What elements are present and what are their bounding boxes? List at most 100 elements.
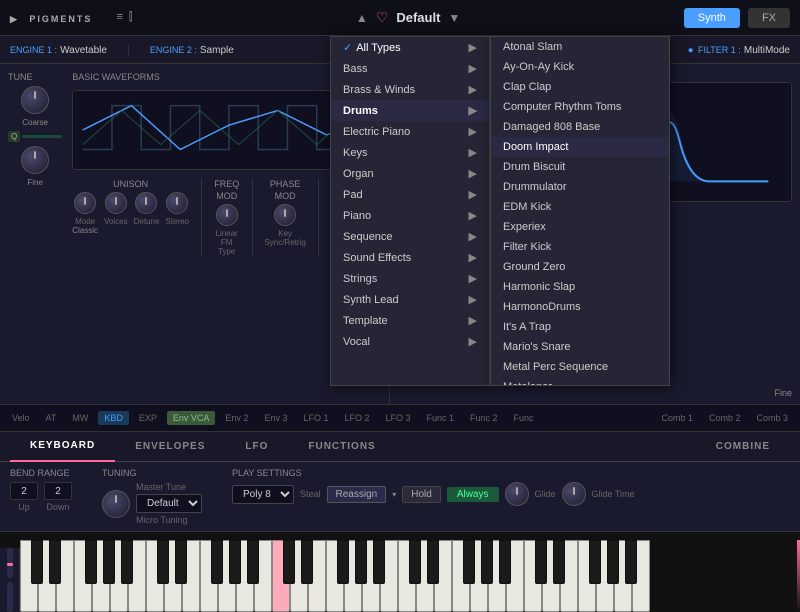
black-key[interactable]: [553, 540, 565, 584]
poly-mode-select[interactable]: Poly 8: [232, 485, 294, 504]
mod-comb3[interactable]: Comb 3: [750, 411, 794, 425]
sub-item-ground-zero[interactable]: Ground Zero: [491, 257, 669, 277]
mod-kbd[interactable]: KBD: [98, 411, 129, 425]
mod-lfo1[interactable]: LFO 1: [297, 411, 334, 425]
dropdown-item-all-types[interactable]: ✓All Types ▶: [331, 37, 489, 58]
fine-knob[interactable]: [21, 146, 49, 174]
pitch-slider[interactable]: [7, 548, 13, 578]
mod-func[interactable]: Func: [508, 411, 540, 425]
piano-keys[interactable]: [20, 540, 800, 612]
stereo-knob[interactable]: [166, 192, 188, 214]
mod-comb1[interactable]: Comb 1: [655, 411, 699, 425]
tab-lfo[interactable]: LFO: [225, 432, 288, 462]
always-button[interactable]: Always: [447, 487, 499, 502]
tab-envelopes[interactable]: ENVELOPES: [115, 432, 225, 462]
sub-item-atonal-slam[interactable]: Atonal Slam: [491, 37, 669, 57]
tune-slider[interactable]: [22, 135, 62, 138]
dropdown-item-sequence[interactable]: Sequence ▶: [331, 226, 489, 247]
dropdown-item-organ[interactable]: Organ ▶: [331, 163, 489, 184]
black-key[interactable]: [85, 540, 97, 584]
mod-lfo2[interactable]: LFO 2: [338, 411, 375, 425]
black-key[interactable]: [589, 540, 601, 584]
hold-button[interactable]: Hold: [402, 486, 441, 503]
mod-func1[interactable]: Func 1: [421, 411, 461, 425]
black-key[interactable]: [373, 540, 385, 584]
sub-item-experiex[interactable]: Experiex: [491, 217, 669, 237]
black-key[interactable]: [499, 540, 511, 584]
detune-knob[interactable]: [135, 192, 157, 214]
sub-item-marios-snare[interactable]: Mario's Snare: [491, 337, 669, 357]
black-key[interactable]: [607, 540, 619, 584]
bend-down-input[interactable]: [44, 482, 72, 500]
sub-item-damaged-808[interactable]: Damaged 808 Base: [491, 117, 669, 137]
dropdown-item-keys[interactable]: Keys ▶: [331, 142, 489, 163]
mod-func2[interactable]: Func 2: [464, 411, 504, 425]
black-key[interactable]: [481, 540, 493, 584]
mod-velo[interactable]: Velo: [6, 411, 36, 425]
black-key[interactable]: [49, 540, 61, 584]
tab-keyboard[interactable]: KEYBOARD: [10, 432, 115, 462]
mod-mw[interactable]: MW: [66, 411, 94, 425]
sub-item-drum-biscuit[interactable]: Drum Biscuit: [491, 157, 669, 177]
sub-item-clap-clap[interactable]: Clap Clap: [491, 77, 669, 97]
sub-item-harmonic-slap[interactable]: Harmonic Slap: [491, 277, 669, 297]
bars-icon[interactable]: ⫿: [129, 11, 133, 24]
dropdown-item-piano[interactable]: Piano ▶: [331, 205, 489, 226]
sub-item-drummulator[interactable]: Drummulator: [491, 177, 669, 197]
synth-button[interactable]: Synth: [684, 8, 740, 28]
mod-lfo3[interactable]: LFO 3: [379, 411, 416, 425]
prev-arrow[interactable]: ▲: [356, 11, 368, 25]
fx-button[interactable]: FX: [748, 8, 790, 28]
black-key[interactable]: [301, 540, 313, 584]
sub-item-filter-kick[interactable]: Filter Kick: [491, 237, 669, 257]
dropdown-item-sound-effects[interactable]: Sound Effects ▶: [331, 247, 489, 268]
mod-comb2[interactable]: Comb 2: [703, 411, 747, 425]
sub-item-its-a-trap[interactable]: It's A Trap: [491, 317, 669, 337]
phase-mod-knob[interactable]: [274, 204, 296, 226]
reassign-button[interactable]: Reassign: [327, 486, 387, 503]
black-key[interactable]: [175, 540, 187, 584]
black-key[interactable]: [625, 540, 637, 584]
tab-combine[interactable]: COMBINE: [696, 432, 790, 462]
voices-knob[interactable]: [105, 192, 127, 214]
glide-knob[interactable]: [505, 482, 529, 506]
black-key[interactable]: [229, 540, 241, 584]
next-arrow[interactable]: ▼: [448, 11, 460, 25]
tab-functions[interactable]: FUNCTIONS: [288, 432, 395, 462]
sub-item-metal-perc[interactable]: Metal Perc Sequence: [491, 357, 669, 377]
black-key[interactable]: [355, 540, 367, 584]
dropdown-item-template[interactable]: Template ▶: [331, 310, 489, 331]
mod-env2[interactable]: Env 2: [219, 411, 254, 425]
mod-slider[interactable]: [7, 582, 13, 612]
menu-icon[interactable]: ≡: [116, 11, 122, 24]
dropdown-item-brass[interactable]: Brass & Winds ▶: [331, 79, 489, 100]
dropdown-item-bass[interactable]: Bass ▶: [331, 58, 489, 79]
dropdown-item-vocal[interactable]: Vocal ▶: [331, 331, 489, 352]
dropdown-item-electric-piano[interactable]: Electric Piano ▶: [331, 121, 489, 142]
black-key[interactable]: [157, 540, 169, 584]
black-key[interactable]: [121, 540, 133, 584]
sub-item-computer-rhythm[interactable]: Computer Rhythm Toms: [491, 97, 669, 117]
mod-exp[interactable]: EXP: [133, 411, 163, 425]
black-key[interactable]: [535, 540, 547, 584]
micro-tuning-select[interactable]: Default: [136, 494, 202, 513]
black-key[interactable]: [283, 540, 295, 584]
dropdown-item-drums[interactable]: Drums ▶: [331, 100, 489, 121]
glide-time-knob[interactable]: [562, 482, 586, 506]
sub-item-metalanог[interactable]: Metalanог: [491, 377, 669, 386]
dropdown-item-pad[interactable]: Pad ▶: [331, 184, 489, 205]
freq-mod-knob[interactable]: [216, 204, 238, 226]
sub-item-harmonodrums[interactable]: HarmonoDrums: [491, 297, 669, 317]
mod-at[interactable]: AT: [40, 411, 63, 425]
black-key[interactable]: [211, 540, 223, 584]
mod-env-vca[interactable]: Env VCA: [167, 411, 216, 425]
mode-selector[interactable]: [74, 192, 96, 214]
black-key[interactable]: [463, 540, 475, 584]
black-key[interactable]: [103, 540, 115, 584]
sub-item-ay-on-ay[interactable]: Ay-On-Ay Kick: [491, 57, 669, 77]
coarse-knob[interactable]: [21, 86, 49, 114]
black-key[interactable]: [409, 540, 421, 584]
black-key[interactable]: [247, 540, 259, 584]
heart-icon[interactable]: ♡: [376, 9, 389, 26]
dropdown-item-synth-lead[interactable]: Synth Lead ▶: [331, 289, 489, 310]
